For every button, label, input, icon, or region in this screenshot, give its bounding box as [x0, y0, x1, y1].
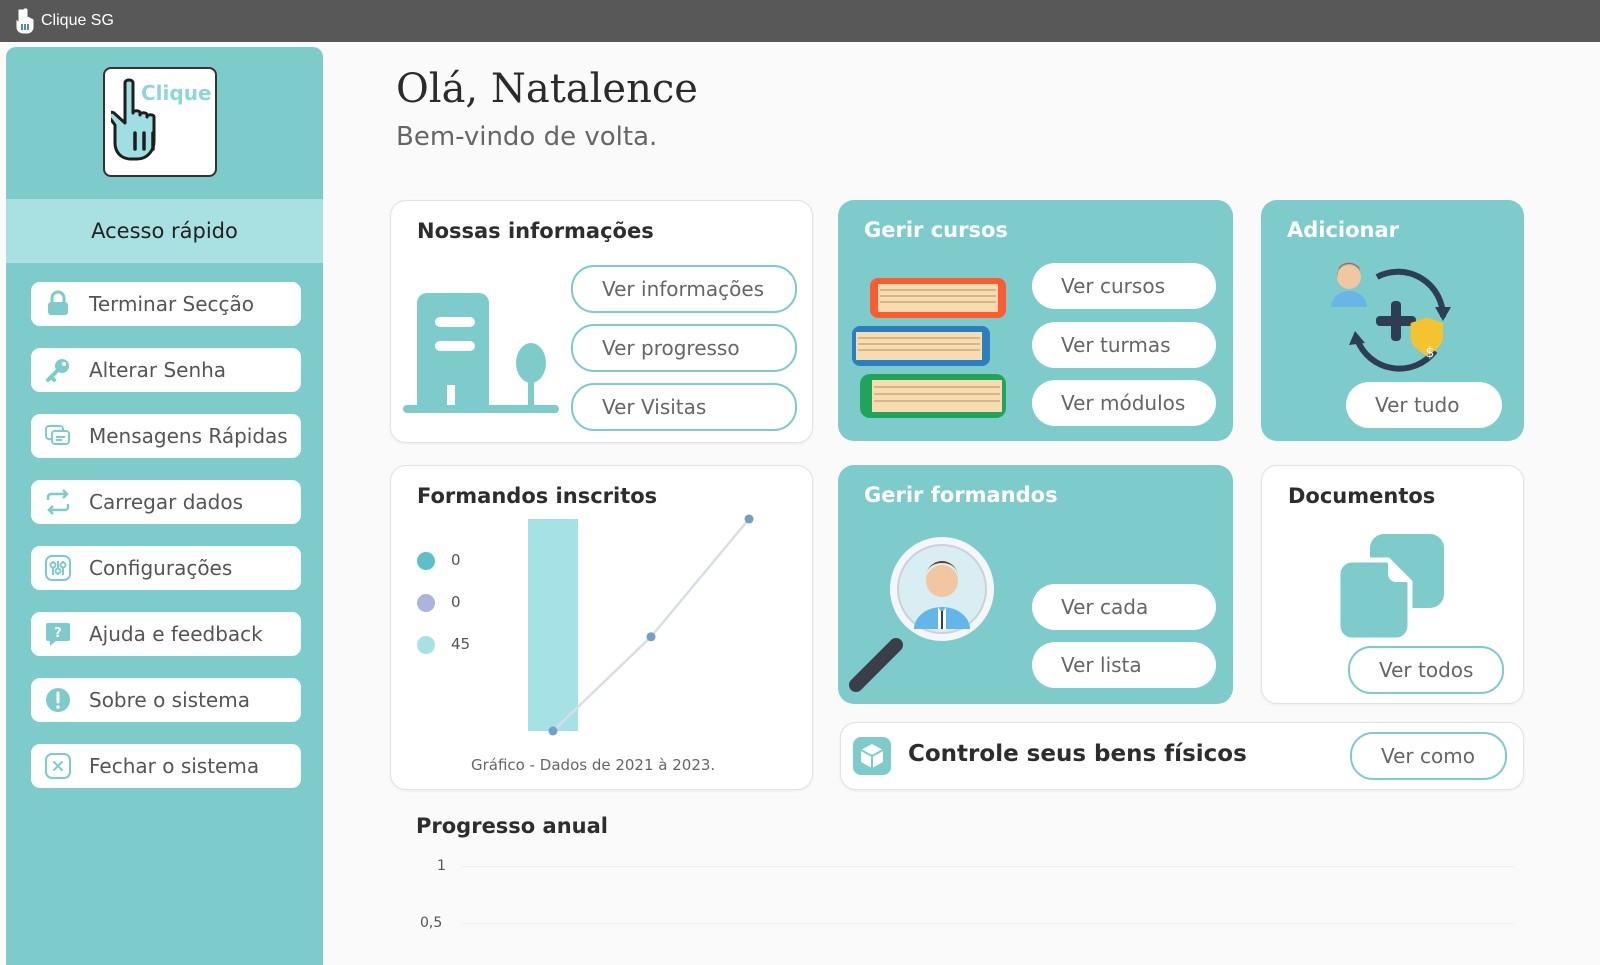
view-classes-button[interactable]: Ver turmas: [1032, 322, 1216, 368]
sidebar-item-label: Fechar o sistema: [89, 754, 260, 778]
view-each-button[interactable]: Ver cada: [1032, 584, 1216, 630]
y-tick-label: 0,5: [420, 915, 443, 931]
window-title: Clique SG: [41, 12, 114, 29]
button-label: Ver lista: [1061, 653, 1142, 677]
lock-icon: [43, 289, 73, 319]
sidebar-item-label: Mensagens Rápidas: [89, 424, 288, 448]
sidebar-item-about[interactable]: Sobre o sistema: [31, 678, 301, 722]
key-icon: [43, 355, 73, 385]
view-all-documents-button[interactable]: Ver todos: [1348, 646, 1504, 694]
chart-point: [646, 632, 656, 642]
chart-caption: Gráfico - Dados de 2021 à 2023.: [471, 756, 716, 774]
legend-value: 0: [451, 551, 461, 569]
button-label: Ver como: [1381, 744, 1475, 768]
view-info-button[interactable]: Ver informações: [571, 265, 797, 313]
books-icon: [852, 278, 1006, 418]
sidebar-item-end-session[interactable]: Terminar Secção: [31, 282, 301, 326]
button-label: Ver Visitas: [602, 395, 707, 419]
sidebar-item-label: Terminar Secção: [89, 292, 255, 316]
grid-line: [462, 923, 1514, 924]
documents-card: Documentos Ver todos: [1261, 465, 1524, 704]
button-label: Ver tudo: [1375, 393, 1460, 417]
view-courses-button[interactable]: Ver cursos: [1032, 263, 1216, 309]
view-progress-button[interactable]: Ver progresso: [571, 324, 797, 372]
chart-line: [552, 518, 750, 732]
legend-dot: [417, 552, 435, 570]
button-label: Ver cada: [1061, 595, 1149, 619]
assets-card: Controle seus bens físicos Ver como: [840, 722, 1524, 790]
sidebar-item-label: Configurações: [89, 556, 233, 580]
svg-text:$: $: [1426, 345, 1435, 361]
legend-value: 45: [451, 635, 471, 653]
sync-icon: [43, 487, 73, 517]
button-label: Ver informações: [602, 277, 765, 301]
chart-point: [548, 726, 558, 736]
info-icon: [43, 685, 73, 715]
annual-progress-title: Progresso anual: [416, 814, 608, 838]
card-title: Nossas informações: [417, 219, 654, 243]
card-title: Formandos inscritos: [417, 484, 658, 508]
view-modules-button[interactable]: Ver módulos: [1032, 380, 1216, 426]
button-label: Ver turmas: [1061, 333, 1171, 357]
add-user-icon: $: [1331, 262, 1451, 372]
grid-line: [462, 866, 1514, 867]
documents-icon: [1338, 534, 1444, 642]
welcome-subtitle: Bem-vindo de volta.: [396, 122, 658, 152]
sidebar-item-close-system[interactable]: Fechar o sistema: [31, 744, 301, 788]
view-all-button[interactable]: Ver tudo: [1346, 382, 1502, 428]
students-card: Gerir formandos Ver cada Ver lista: [838, 465, 1233, 704]
button-label: Ver módulos: [1061, 391, 1186, 415]
sidebar: Clique Acesso rápido Terminar Secção Alt…: [6, 47, 323, 965]
legend-dot: [417, 594, 435, 612]
sidebar-item-quick-messages[interactable]: Mensagens Rápidas: [31, 414, 301, 458]
view-how-button[interactable]: Ver como: [1350, 732, 1507, 780]
sidebar-item-label: Sobre o sistema: [89, 688, 250, 712]
sidebar-item-help[interactable]: ? Ajuda e feedback: [31, 612, 301, 656]
chat-icon: [43, 421, 73, 451]
title-bar: Clique SG: [0, 0, 1600, 42]
view-list-button[interactable]: Ver lista: [1032, 642, 1216, 688]
help-icon: ?: [43, 619, 73, 649]
chart-bar: [528, 519, 578, 731]
logo-text: Clique: [141, 81, 212, 105]
sidebar-item-settings[interactable]: Configurações: [31, 546, 301, 590]
sidebar-item-label: Ajuda e feedback: [89, 622, 263, 646]
card-title: Gerir cursos: [864, 218, 1008, 242]
quick-access-title: Acesso rápido: [91, 219, 238, 243]
y-tick-label: 1: [437, 858, 446, 874]
card-title: Documentos: [1288, 484, 1436, 508]
legend-dot: [417, 636, 435, 654]
courses-card: Gerir cursos Ver cursos Ver turmas Ver m…: [838, 200, 1233, 441]
sidebar-item-label: Alterar Senha: [89, 358, 227, 382]
info-card: Nossas informações Ver informações Ver p…: [390, 200, 813, 443]
settings-icon: [43, 553, 73, 583]
button-label: Ver cursos: [1061, 274, 1165, 298]
building-icon: [403, 293, 559, 413]
add-card: Adicionar $ Ver tudo: [1261, 200, 1524, 441]
greeting-title: Olá, Natalence: [396, 66, 698, 112]
chart-point: [744, 514, 754, 524]
hand-pointer-icon: [16, 8, 34, 34]
sidebar-item-label: Carregar dados: [89, 490, 244, 514]
sidebar-item-change-password[interactable]: Alterar Senha: [31, 348, 301, 392]
legend-value: 0: [451, 593, 461, 611]
card-title: Adicionar: [1287, 218, 1400, 242]
assets-title: Controle seus bens físicos: [908, 741, 1247, 767]
main-window: Clique Acesso rápido Terminar Secção Alt…: [0, 42, 1600, 965]
button-label: Ver todos: [1379, 658, 1474, 682]
enrolled-chart-card: Formandos inscritos 0 0 45 Gráfico - Dad…: [390, 465, 813, 790]
card-title: Gerir formandos: [864, 483, 1058, 507]
enrolled-chart: [528, 514, 754, 736]
magnifier-user-icon: [849, 537, 994, 692]
view-visits-button[interactable]: Ver Visitas: [571, 383, 797, 431]
svg-text:?: ?: [54, 626, 62, 641]
close-icon: [43, 751, 73, 781]
button-label: Ver progresso: [602, 336, 740, 360]
quick-access-header: Acesso rápido: [6, 199, 323, 263]
sidebar-item-load-data[interactable]: Carregar dados: [31, 480, 301, 524]
app-logo: Clique: [103, 67, 217, 177]
box-icon: [853, 737, 891, 775]
